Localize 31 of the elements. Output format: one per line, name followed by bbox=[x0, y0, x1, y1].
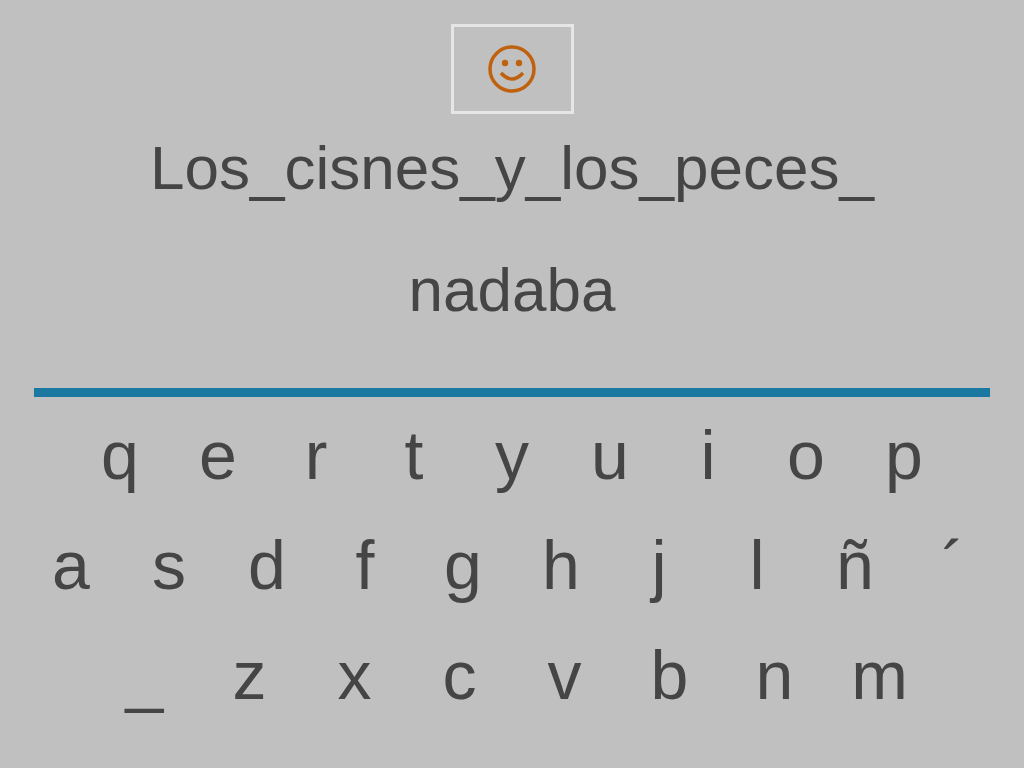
letter-key[interactable]: ñ bbox=[806, 529, 904, 601]
letter-key[interactable]: x bbox=[302, 639, 407, 711]
letter-key[interactable]: b bbox=[617, 639, 722, 711]
letter-key[interactable]: z bbox=[197, 639, 302, 711]
smiley-button[interactable] bbox=[450, 24, 574, 114]
letter-key[interactable]: f bbox=[316, 529, 414, 601]
letter-key[interactable]: g bbox=[414, 529, 512, 601]
letter-key[interactable]: n bbox=[722, 639, 827, 711]
letter-key[interactable]: _ bbox=[92, 639, 197, 711]
letter-key[interactable]: u bbox=[561, 419, 659, 491]
letter-key[interactable]: m bbox=[827, 639, 932, 711]
letter-key[interactable]: ´ bbox=[904, 529, 1002, 601]
letter-key[interactable]: v bbox=[512, 639, 617, 711]
letter-key[interactable]: i bbox=[659, 419, 757, 491]
letter-key[interactable]: c bbox=[407, 639, 512, 711]
letter-key[interactable]: p bbox=[855, 419, 953, 491]
letter-key[interactable]: j bbox=[610, 529, 708, 601]
letter-key[interactable]: l bbox=[708, 529, 806, 601]
letter-key[interactable]: d bbox=[218, 529, 316, 601]
letter-key[interactable]: t bbox=[365, 419, 463, 491]
letter-key[interactable]: o bbox=[757, 419, 855, 491]
letter-key[interactable]: r bbox=[267, 419, 365, 491]
sentence-text: Los_cisnes_y_los_peces_ bbox=[150, 132, 874, 204]
letter-key[interactable]: e bbox=[169, 419, 267, 491]
smiley-icon bbox=[486, 43, 538, 95]
letter-key[interactable]: h bbox=[512, 529, 610, 601]
answer-text: nadaba bbox=[408, 254, 616, 326]
letter-key[interactable]: q bbox=[71, 419, 169, 491]
letter-key[interactable]: s bbox=[120, 529, 218, 601]
letter-key[interactable]: y bbox=[463, 419, 561, 491]
letter-key[interactable]: a bbox=[22, 529, 120, 601]
